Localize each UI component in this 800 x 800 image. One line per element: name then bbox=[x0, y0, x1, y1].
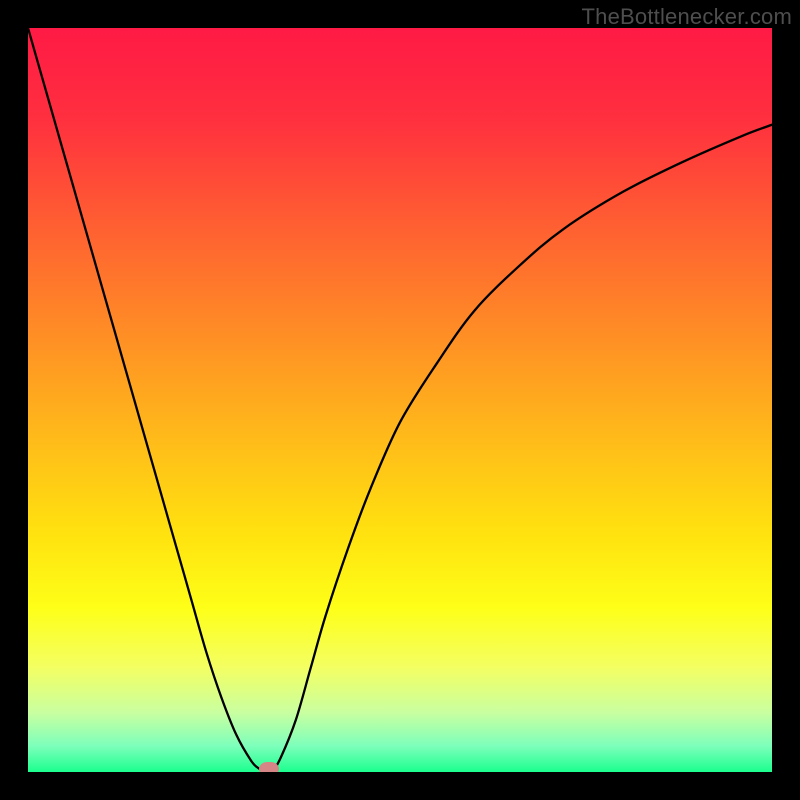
watermark-text: TheBottlenecker.com bbox=[582, 4, 792, 30]
bottleneck-curve bbox=[28, 28, 772, 772]
min-marker bbox=[259, 762, 278, 772]
plot-area bbox=[28, 28, 772, 772]
chart-frame: TheBottlenecker.com bbox=[0, 0, 800, 800]
